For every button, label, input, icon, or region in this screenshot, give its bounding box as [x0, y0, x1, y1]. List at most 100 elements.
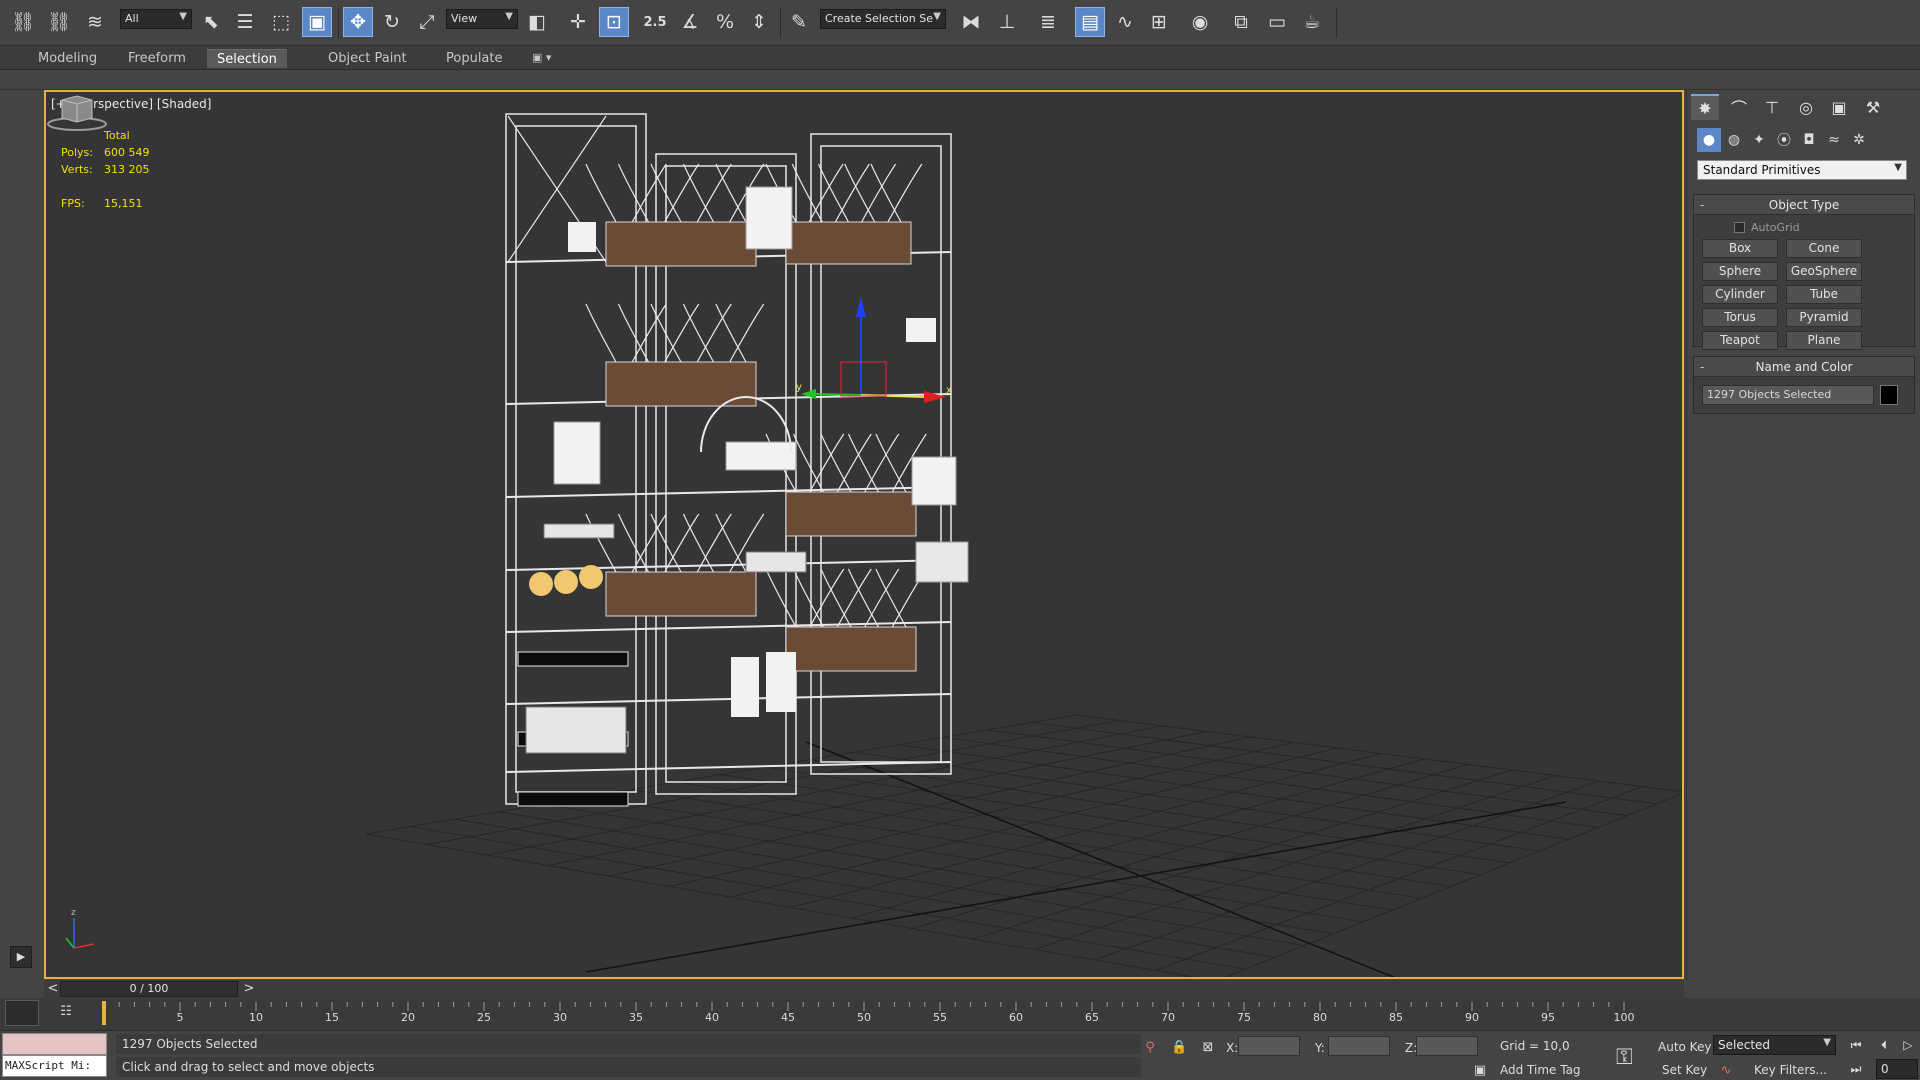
toolbar-divider — [338, 8, 339, 38]
maxscript-output[interactable] — [2, 1033, 107, 1055]
cameras-icon[interactable]: ⦿ — [1772, 128, 1796, 152]
material-editor-icon[interactable]: ◉ — [1185, 7, 1215, 37]
angle-snap-icon[interactable]: ∡ — [675, 7, 705, 37]
autogrid-checkbox[interactable] — [1734, 222, 1745, 233]
object-type-header[interactable]: - Object Type — [1694, 195, 1914, 215]
bind-space-warp-icon[interactable]: ≋ — [80, 7, 110, 37]
snaps-toggle-icon[interactable]: 2.5 — [640, 7, 670, 37]
maxscript-input[interactable]: MAXScript Mi: — [2, 1055, 107, 1077]
teapot-button[interactable]: Teapot — [1702, 331, 1778, 350]
perspective-viewport[interactable]: yxz [+] [Perspective] [Shaded] Total Pol… — [44, 90, 1684, 979]
torus-button[interactable]: Torus — [1702, 308, 1778, 327]
gizmo-x-arrow — [924, 391, 946, 403]
create-tab-icon[interactable]: ✸ — [1691, 94, 1719, 120]
utilities-tab-icon[interactable]: ⚒ — [1859, 94, 1887, 120]
space-warps-icon[interactable]: ≈ — [1822, 128, 1846, 152]
select-and-move-icon[interactable]: ✥ — [343, 7, 373, 37]
hierarchy-tab-icon[interactable]: ⊤ — [1758, 94, 1786, 120]
tab-freeform[interactable]: Freeform — [118, 49, 196, 68]
tab-selection[interactable]: Selection — [207, 49, 287, 68]
adaptive-degradation-icon[interactable]: ▣ — [1472, 1063, 1488, 1079]
toggle-ribbon-icon[interactable]: ▤ — [1075, 7, 1105, 37]
name-and-color-header[interactable]: - Name and Color — [1694, 357, 1914, 377]
pivot-center-icon[interactable]: ◧ — [522, 7, 552, 37]
auto-key-button[interactable]: Auto Key — [1658, 1040, 1711, 1054]
box-button[interactable]: Box — [1702, 239, 1778, 258]
current-frame-field[interactable]: 0 — [1876, 1059, 1918, 1079]
key-curve-icon[interactable]: ∿ — [1718, 1063, 1734, 1079]
select-by-name-icon[interactable]: ☰ — [230, 7, 260, 37]
viewcube-icon[interactable] — [46, 92, 108, 132]
helpers-icon[interactable]: ◘ — [1797, 128, 1821, 152]
object-color-swatch[interactable] — [1880, 385, 1898, 405]
unlink-icon[interactable]: ⛓ — [44, 7, 74, 37]
tab-object-paint[interactable]: Object Paint — [318, 49, 417, 68]
select-and-scale-icon[interactable]: ⤢ — [412, 7, 442, 37]
play-icon[interactable]: ▷ — [1898, 1035, 1918, 1055]
previous-key-icon[interactable]: ⏴ — [1874, 1035, 1894, 1055]
systems-icon[interactable]: ✲ — [1847, 128, 1871, 152]
select-object-icon[interactable]: ⬉ — [196, 7, 226, 37]
object-category-dropdown[interactable]: Standard Primitives ▼ — [1697, 160, 1907, 180]
cone-button[interactable]: Cone — [1786, 239, 1862, 258]
link-icon[interactable]: ⛓ — [8, 7, 38, 37]
key-mode-dropdown[interactable]: Selected ▼ — [1713, 1035, 1836, 1055]
geometry-icon[interactable]: ● — [1697, 128, 1721, 152]
isolate-selection-icon[interactable]: ⚲ — [1142, 1040, 1158, 1056]
time-slider[interactable]: < 0 / 100 > — [44, 980, 1684, 998]
geosphere-button[interactable]: GeoSphere — [1786, 262, 1862, 281]
select-manipulate-icon[interactable]: ✛ — [563, 7, 593, 37]
object-name-field[interactable]: 1297 Objects Selected — [1702, 385, 1874, 405]
lights-icon[interactable]: ✦ — [1747, 128, 1771, 152]
set-keys-key-icon[interactable]: ⚿ — [1616, 1045, 1633, 1070]
y-coord-field[interactable] — [1328, 1036, 1390, 1056]
sphere-button[interactable]: Sphere — [1702, 262, 1778, 281]
z-coord-field[interactable] — [1416, 1036, 1478, 1056]
go-to-end-icon[interactable]: ⏭ — [1846, 1059, 1866, 1079]
mirror-icon[interactable]: ⧓ — [956, 7, 986, 37]
key-filters-button[interactable]: Key Filters... — [1754, 1063, 1827, 1077]
tab-populate[interactable]: Populate — [436, 49, 513, 68]
rendered-frame-window-icon[interactable]: ▭ — [1262, 7, 1292, 37]
trackbar[interactable]: ☷ 5 10 15 20 25 30 35 40 45 50 55 60 65 70 75 80 85 90 95 1… — [0, 998, 1920, 1030]
viewport-layout-play-icon[interactable]: ▶ — [10, 946, 32, 968]
window-crossing-icon[interactable]: ▣ — [302, 7, 332, 37]
render-production-icon[interactable]: ☕ — [1297, 7, 1327, 37]
next-frame-icon[interactable]: > — [240, 980, 258, 998]
absolute-mode-icon[interactable]: ⊠ — [1200, 1040, 1216, 1056]
edit-named-selection-icon[interactable]: ✎ — [784, 7, 814, 37]
reference-coordinate-value: View — [451, 12, 478, 25]
align-icon[interactable]: ⊥ — [992, 7, 1022, 37]
reference-coordinate-dropdown[interactable]: View ▼ — [446, 9, 518, 29]
percent-snap-icon[interactable]: % — [710, 7, 740, 37]
display-tab-icon[interactable]: ▣ — [1825, 94, 1853, 120]
selection-filter-dropdown[interactable]: All ▼ — [120, 9, 192, 29]
curve-editor-icon[interactable]: ∿ — [1110, 7, 1140, 37]
layer-explorer-icon[interactable]: ≣ — [1033, 7, 1063, 37]
spinner-snap-icon[interactable]: ⇕ — [744, 7, 774, 37]
stats-fps-value: 15,151 — [104, 197, 143, 210]
schematic-view-icon[interactable]: ⊞ — [1144, 7, 1174, 37]
tab-modeling[interactable]: Modeling — [28, 49, 107, 68]
add-time-tag[interactable]: Add Time Tag — [1500, 1063, 1581, 1077]
cylinder-button[interactable]: Cylinder — [1702, 285, 1778, 304]
motion-tab-icon[interactable]: ◎ — [1792, 94, 1820, 120]
lock-selection-icon[interactable]: 🔒 — [1171, 1040, 1187, 1056]
go-to-start-icon[interactable]: ⏮ — [1846, 1035, 1866, 1055]
render-setup-icon[interactable]: ⧉ — [1226, 7, 1256, 37]
time-slider-thumb[interactable]: 0 / 100 — [60, 981, 238, 997]
set-key-button[interactable]: Set Key — [1662, 1063, 1707, 1077]
keyboard-shortcut-override-icon[interactable]: ⊡ — [599, 7, 629, 37]
plane-button[interactable]: Plane — [1786, 331, 1862, 350]
rectangular-region-icon[interactable]: ⬚ — [266, 7, 296, 37]
named-selection-dropdown[interactable]: Create Selection Se ▼ — [820, 9, 946, 29]
ribbon-options-icon[interactable]: ▣ ▾ — [522, 49, 561, 68]
select-and-rotate-icon[interactable]: ↻ — [377, 7, 407, 37]
tube-button[interactable]: Tube — [1786, 285, 1862, 304]
shapes-icon[interactable]: ◍ — [1722, 128, 1746, 152]
maxscript-listener[interactable]: MAXScript Mi: — [2, 1033, 107, 1079]
pyramid-button[interactable]: Pyramid — [1786, 308, 1862, 327]
x-coord-field[interactable] — [1238, 1036, 1300, 1056]
autogrid-option[interactable]: AutoGrid — [1734, 221, 1800, 234]
modify-tab-icon[interactable]: ⌒ — [1725, 94, 1753, 120]
